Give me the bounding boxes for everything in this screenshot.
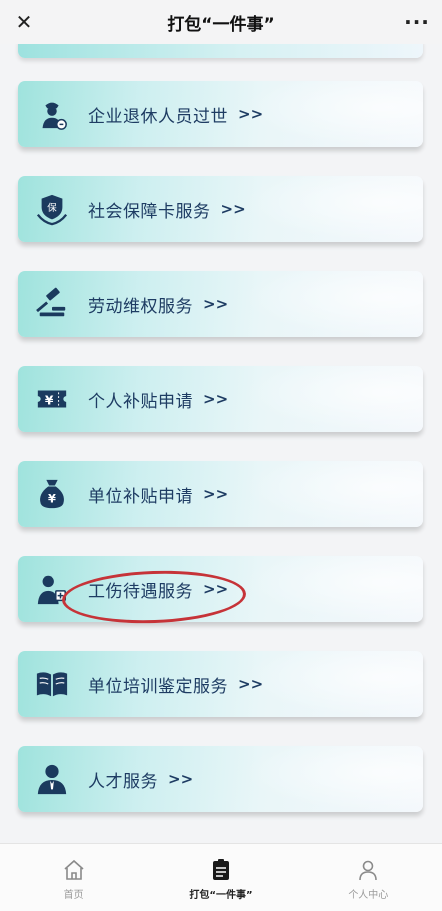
svg-text:¥: ¥ (48, 492, 56, 506)
service-card-retiree-death[interactable]: 企业退休人员过世 >> (18, 81, 423, 147)
service-label: 社会保障卡服务 (88, 201, 211, 222)
arrow-indicator: >> (203, 390, 229, 408)
service-label: 个人补贴申请 (88, 391, 193, 412)
tab-label: 打包“一件事” (189, 890, 253, 901)
more-icon: ··· (404, 10, 430, 34)
arrow-indicator: >> (203, 295, 229, 313)
arrow-indicator: >> (238, 105, 264, 123)
tab-package-one-thing[interactable]: 打包“一件事” (147, 844, 294, 901)
service-card-talent[interactable]: 人才服务 >> (18, 746, 423, 812)
clipboard-icon (212, 859, 229, 880)
tab-label: 个人中心 (348, 890, 389, 901)
service-label: 劳动维权服务 (88, 296, 193, 317)
social-security-card-icon: 保 (34, 191, 70, 227)
arrow-indicator: >> (168, 770, 194, 788)
talent-icon (34, 761, 70, 797)
money-bag-icon: ¥ (34, 476, 70, 512)
home-icon (64, 859, 84, 880)
service-label: 单位培训鉴定服务 (88, 676, 228, 697)
service-card-training-appraisal[interactable]: 单位培训鉴定服务 >> (18, 651, 423, 717)
arrow-indicator: >> (238, 675, 264, 693)
close-button[interactable]: ✕ (10, 8, 38, 36)
service-label: 单位补贴申请 (88, 486, 193, 507)
more-button[interactable]: ··· (402, 8, 432, 36)
service-label: 企业退休人员过世 (88, 106, 228, 127)
svg-text:¥: ¥ (45, 394, 54, 408)
user-icon (359, 860, 378, 881)
open-book-icon (34, 666, 70, 702)
arrow-indicator: >> (203, 485, 229, 503)
arrow-indicator: >> (220, 200, 246, 218)
service-card-company-subsidy[interactable]: ¥ 单位补贴申请 >> (18, 461, 423, 527)
gavel-icon (34, 286, 70, 322)
service-label: 人才服务 (88, 771, 158, 792)
top-nav-bar: ✕ 打包“一件事” ··· (0, 0, 442, 44)
close-icon: ✕ (15, 10, 33, 34)
service-card-personal-subsidy[interactable]: ¥ 个人补贴申请 >> (18, 366, 423, 432)
tab-personal-center[interactable]: 个人中心 (295, 844, 442, 901)
service-card-labor-rights[interactable]: 劳动维权服务 >> (18, 271, 423, 337)
tab-label: 首页 (63, 890, 84, 901)
bottom-tab-bar: 首页 打包“一件事” 个人中心 (0, 843, 442, 911)
retiree-icon (34, 96, 70, 132)
page-title: 打包“一件事” (167, 14, 275, 35)
yuan-ticket-icon: ¥ (34, 381, 70, 417)
svg-text:保: 保 (47, 202, 57, 214)
tab-home[interactable]: 首页 (0, 844, 147, 901)
service-card-social-security-card[interactable]: 保 社会保障卡服务 >> (18, 176, 423, 242)
